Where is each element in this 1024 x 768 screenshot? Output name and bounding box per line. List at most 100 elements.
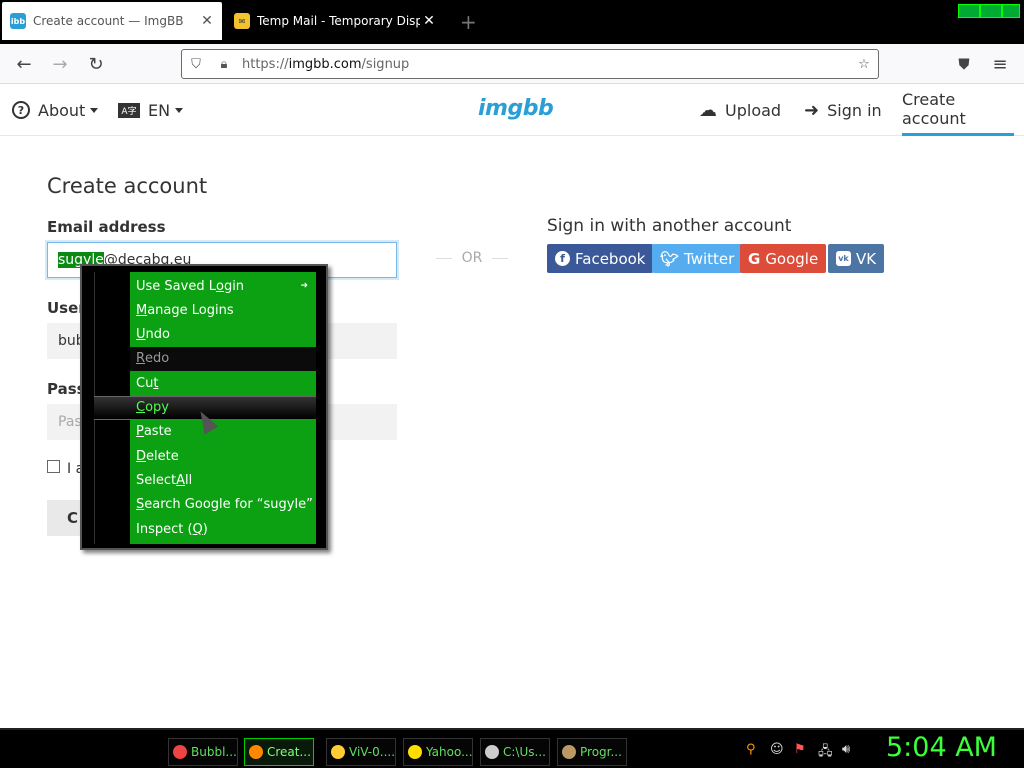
url-text[interactable]: https://imgbb.com/signup — [238, 57, 850, 72]
taskbar-item-label: Progr... — [580, 745, 622, 759]
menu-item-accesskey: U — [136, 327, 146, 343]
google-label: Google — [765, 249, 819, 268]
menu-item-accesskey: D — [136, 448, 147, 464]
taskbar-item[interactable]: C:\Us... — [480, 738, 550, 766]
create-account-label: Create account — [902, 89, 966, 128]
tab-create-account[interactable]: ibb Create account — ImgBB ✕ — [2, 2, 222, 40]
menu-item-accesskey: M — [136, 302, 148, 318]
minimize-window-icon[interactable] — [958, 4, 980, 18]
password-placeholder: Pas — [58, 414, 82, 430]
email-label: Email address — [47, 218, 166, 236]
caret-down-icon — [175, 107, 184, 113]
menu-item-text: ll — [185, 472, 193, 488]
tab-strip: ibb Create account — ImgBB ✕ ✉ Temp Mail… — [0, 0, 1024, 44]
network-icon[interactable]: 🖧︎ — [818, 742, 833, 764]
upload-link[interactable]: ☁ Upload — [699, 84, 781, 136]
upload-label: Upload — [725, 100, 782, 120]
taskbar-item[interactable]: Bubbl... — [168, 738, 238, 766]
menu-item-text: Inspect ( — [136, 521, 193, 537]
language-menu[interactable]: A字 EN — [118, 84, 184, 136]
site-header: ? About A字 EN imgbb ☁ Upload ➜ Sign in C… — [0, 84, 1024, 136]
menu-item-accesskey: R — [136, 351, 146, 367]
menu-item-text: Select — [136, 472, 177, 488]
context-menu-item[interactable]: Manage Logins — [130, 298, 316, 322]
close-window-icon[interactable] — [1002, 4, 1020, 18]
menu-item-text: Use Saved L — [136, 278, 216, 294]
taskbar-item-label: Bubbl... — [191, 745, 237, 759]
context-menu-item[interactable]: Select All — [130, 468, 316, 492]
emoji-icon[interactable]: ☺ — [770, 742, 784, 757]
context-menu-item[interactable]: Delete — [130, 444, 316, 468]
taskbar-item[interactable]: ViV-0.... — [326, 738, 396, 766]
context-menu-item[interactable]: Paste — [130, 420, 316, 444]
about-menu[interactable]: ? About — [12, 84, 99, 136]
forward-arrow-icon[interactable]: → — [48, 52, 72, 76]
back-arrow-icon[interactable]: ← — [12, 52, 36, 76]
menu-item-text: opy — [145, 400, 169, 415]
search-icon[interactable]: ⚲ — [746, 742, 756, 757]
imgbb-logo[interactable]: imgbb — [478, 96, 554, 121]
hamburger-menu-icon[interactable]: ≡ — [988, 52, 1012, 76]
taskbar-item[interactable]: Yahoo... — [403, 738, 473, 766]
vk-icon: vk — [836, 251, 851, 266]
context-menu-item[interactable]: Inspect (Q) — [130, 517, 316, 541]
menu-item-text: Cu — [136, 375, 154, 391]
context-menu-item[interactable]: Undo — [130, 323, 316, 347]
app-icon — [408, 745, 422, 759]
bookmark-star-icon[interactable]: ☆ — [850, 57, 878, 72]
signin-link[interactable]: ➜ Sign in — [804, 84, 882, 136]
volume-icon[interactable]: 🔊︎ — [842, 742, 850, 757]
context-menu-item[interactable]: Redo — [130, 346, 316, 371]
signin-label: Sign in — [827, 100, 882, 120]
divider-line — [436, 257, 452, 259]
taskbar-item[interactable]: Creat... — [244, 738, 314, 766]
maximize-window-icon[interactable] — [980, 4, 1002, 18]
terms-checkbox[interactable] — [47, 460, 60, 473]
context-menu-item[interactable]: Search Google for “sugyle” — [130, 493, 316, 517]
alt-signin-heading: Sign in with another account — [547, 216, 792, 236]
pocket-icon[interactable]: ⛊ — [952, 52, 976, 76]
tab-title: Temp Mail - Temporary Dispos — [257, 14, 420, 28]
reload-icon[interactable]: ↻ — [84, 52, 108, 76]
context-menu-item[interactable]: Cu t — [130, 371, 316, 395]
context-menu-item[interactable]: Use Saved Lo gin ➜ — [130, 274, 316, 298]
vk-label: VK — [856, 249, 877, 268]
clock[interactable]: 5:04 AM — [886, 732, 997, 763]
google-button[interactable]: G Google — [740, 244, 827, 273]
facebook-button[interactable]: f Facebook — [547, 244, 654, 273]
flag-icon[interactable]: ⚑ — [794, 742, 806, 757]
context-menu: Use Saved Lo gin ➜ Manage Logins Undo Redo Cu t… — [80, 264, 328, 550]
sign-in-icon: ➜ — [804, 99, 820, 121]
submenu-arrow-icon: ➜ — [300, 281, 308, 291]
menu-item-text: earch Google for “sugyle” — [144, 497, 313, 513]
app-icon — [173, 745, 187, 759]
shield-icon[interactable]: ⛉ — [182, 57, 210, 72]
tab-temp-mail[interactable]: ✉ Temp Mail - Temporary Dispos ✕ — [226, 2, 444, 40]
twitter-button[interactable]: 🐦︎ Twitter — [652, 244, 743, 273]
app-icon — [485, 745, 499, 759]
lock-icon[interactable]: 🔒︎ — [210, 57, 238, 72]
create-account-link[interactable]: Create account — [902, 84, 1014, 136]
new-tab-icon[interactable]: + — [460, 10, 477, 34]
vk-button[interactable]: vk VK — [828, 244, 885, 273]
mail-favicon-icon: ✉ — [234, 13, 250, 29]
tab-title: Create account — ImgBB — [33, 14, 184, 28]
page-title: Create account — [47, 174, 208, 198]
close-tab-icon[interactable]: ✕ — [420, 13, 438, 29]
url-bar[interactable]: ⛉ 🔒︎ https://imgbb.com/signup ☆ — [181, 49, 879, 79]
twitter-label: Twitter — [684, 249, 735, 268]
about-label: About — [38, 100, 86, 120]
menu-item-accesskey: Q — [192, 521, 203, 537]
menu-item-accesskey: o — [215, 278, 224, 294]
taskbar-item[interactable]: Progr... — [557, 738, 627, 766]
taskbar: Bubbl... Creat... ViV-0.... Yahoo... C:\Us..… — [0, 728, 1024, 768]
google-icon: G — [748, 249, 761, 268]
taskbar-item-label: Creat... — [267, 745, 311, 759]
url-host: imgbb.com — [288, 56, 362, 72]
menu-item-accesskey: C — [136, 400, 146, 415]
navigation-toolbar: ← → ↻ ⛉ 🔒︎ https://imgbb.com/signup ☆ ⛊ … — [0, 44, 1024, 84]
close-tab-icon[interactable]: ✕ — [198, 13, 216, 29]
divider-line — [492, 257, 508, 259]
question-circle-icon: ? — [12, 101, 30, 119]
facebook-icon: f — [555, 251, 570, 266]
